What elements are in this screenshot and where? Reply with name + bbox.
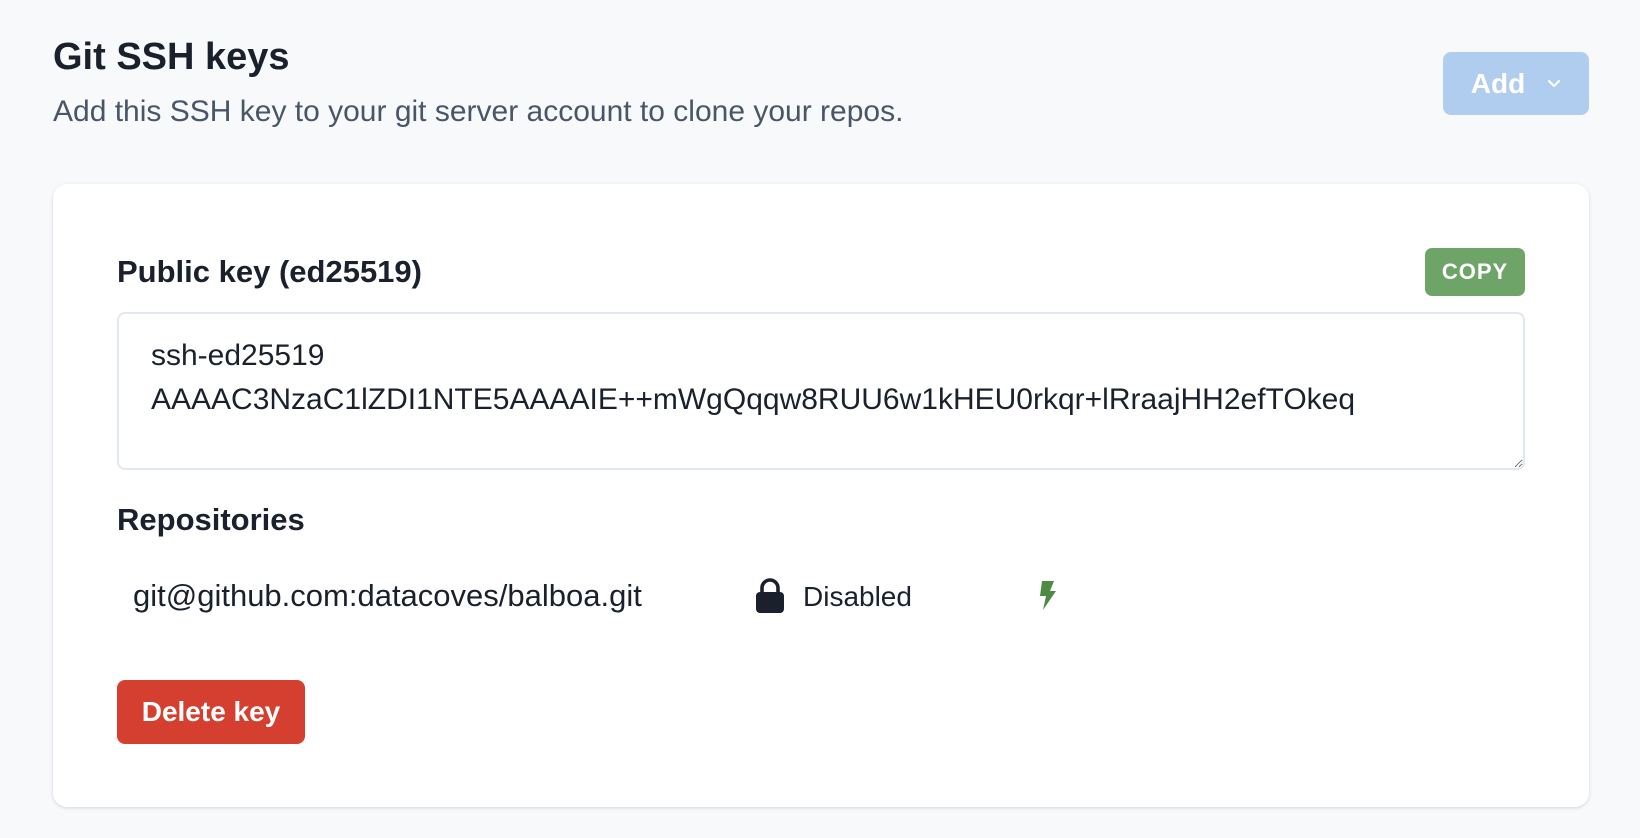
- add-button-label: Add: [1470, 67, 1526, 99]
- repository-status: Disabled: [803, 581, 912, 612]
- page-header: Git SSH keys Add this SSH key to your gi…: [53, 30, 1589, 140]
- copy-button[interactable]: COPY: [1425, 248, 1525, 296]
- chevron-down-icon: [1548, 79, 1561, 87]
- public-key-textarea[interactable]: [117, 312, 1525, 470]
- page-title: Git SSH keys: [53, 36, 290, 78]
- lock-icon: [756, 578, 784, 613]
- page-subtitle: Add this SSH key to your git server acco…: [53, 95, 904, 128]
- repository-row: git@github.com:datacoves/balboa.git Disa…: [117, 568, 1525, 624]
- lightning-bolt-icon[interactable]: [1033, 575, 1063, 615]
- public-key-label: Public key (ed25519): [117, 254, 422, 289]
- repositories-heading: Repositories: [117, 502, 305, 537]
- add-button[interactable]: Add: [1443, 52, 1589, 115]
- repository-url: git@github.com:datacoves/balboa.git: [133, 578, 642, 613]
- ssh-key-card: Public key (ed25519) COPY Repositories g…: [53, 184, 1589, 807]
- delete-key-button[interactable]: Delete key: [117, 680, 305, 744]
